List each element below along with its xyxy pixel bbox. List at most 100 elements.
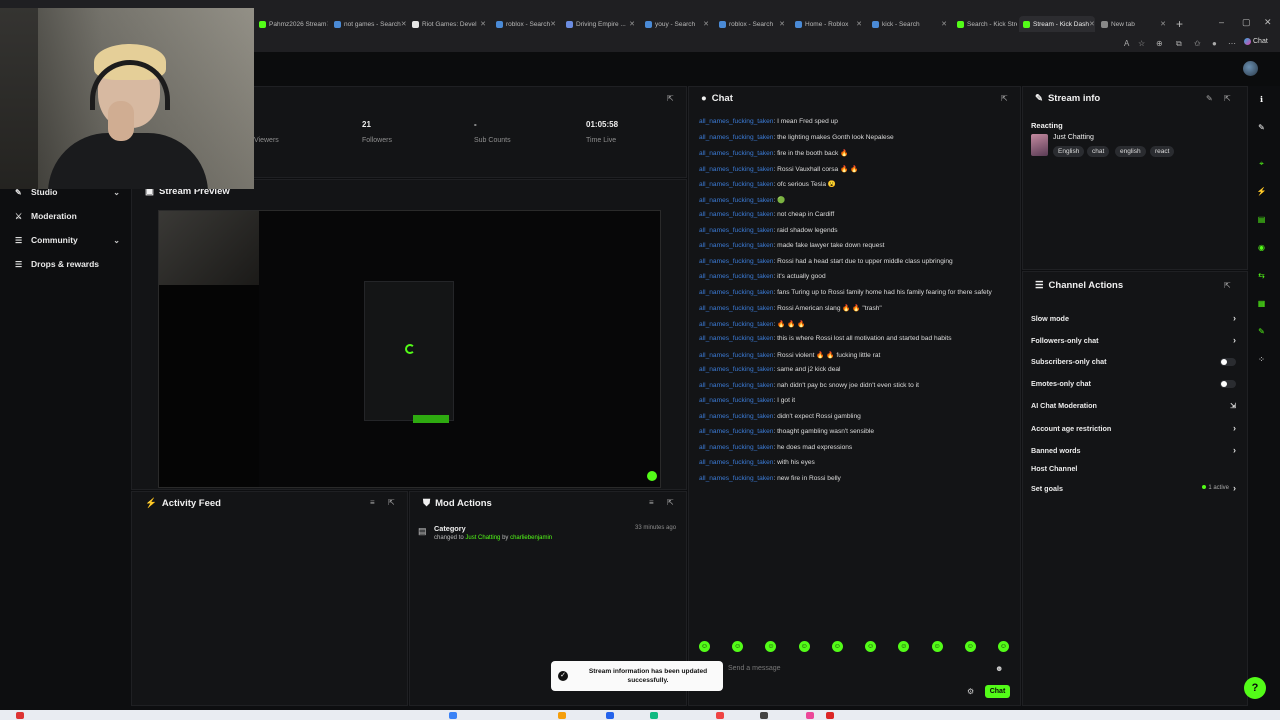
app-icon[interactable] [760,712,768,719]
minimize-icon[interactable]: – [1219,17,1224,27]
edit-pencil-icon[interactable]: ✎ [1206,94,1213,103]
emote-icon[interactable]: ☺ [865,641,877,652]
chat-username[interactable]: all_names_fucking_taken [699,305,773,312]
emote-icon[interactable]: ☺ [798,641,810,652]
chat-send-button[interactable]: Chat [985,685,1010,698]
action-followers-only[interactable]: Followers-only chat › [1031,335,1236,345]
bolt-icon[interactable]: ⚡ [1256,186,1267,197]
chat-username[interactable]: all_names_fucking_taken [699,366,773,373]
maximize-icon[interactable]: ▢ [1242,17,1251,28]
emotes-only-toggle[interactable] [1220,379,1236,388]
chat-username[interactable]: all_names_fucking_taken [699,197,773,204]
emote-icon[interactable]: ☺ [699,641,710,652]
avatar[interactable] [1243,61,1258,76]
app-icon[interactable] [606,712,614,719]
browser-tab[interactable]: Pahmz2026 Stream✕ [255,16,328,32]
copilot-chat-button[interactable]: Chat [1244,38,1268,45]
favorite-star-icon[interactable]: ☆ [1138,39,1145,48]
chat-username[interactable]: all_names_fucking_taken [699,475,773,482]
filter-icon[interactable]: ≡ [649,498,654,507]
action-set-goals[interactable]: Set goals 1 active › [1031,483,1236,493]
chat-username[interactable]: all_names_fucking_taken [699,397,773,404]
mod-action-value[interactable]: Just Chatting [465,535,500,541]
tab-close-icon[interactable]: ✕ [629,20,635,28]
chat-username[interactable]: all_names_fucking_taken [699,258,773,265]
split-screen-icon[interactable]: ⧉ [1176,39,1182,49]
browser-tab[interactable]: Riot Games: Devel ✕ [408,16,490,32]
browser-tab[interactable]: kick - Search ✕ [868,16,951,32]
action-account-age[interactable]: Account age restriction › [1031,423,1236,433]
app-icon[interactable] [650,712,658,719]
mod-action-user[interactable]: charliebenjamin [510,535,552,541]
info-icon[interactable]: ℹ [1256,94,1267,105]
apps-icon[interactable]: ⁘ [1256,354,1267,365]
action-slow-mode[interactable]: Slow mode › [1031,313,1236,323]
tab-close-icon[interactable]: ✕ [326,20,328,28]
chat-username[interactable]: all_names_fucking_taken [699,444,773,451]
browser-tab[interactable]: youy - Search ✕ [641,16,713,32]
chat-username[interactable]: all_names_fucking_taken [699,321,773,328]
chat-username[interactable]: all_names_fucking_taken [699,335,773,342]
filter-icon[interactable]: ≡ [370,498,375,507]
action-ai-moderation[interactable]: AI Chat Moderation ⇲ [1031,401,1236,410]
browser-tab[interactable]: Driving Empire ... ✕ [562,16,639,32]
popout-icon[interactable]: ⇱ [1001,94,1008,103]
chat-bubble-icon[interactable]: ◉ [1256,242,1267,253]
popout-icon[interactable]: ⇱ [667,94,674,103]
chat-username[interactable]: all_names_fucking_taken [699,413,773,420]
browser-tab[interactable]: Home - Roblox ✕ [791,16,866,32]
tab-close-icon[interactable]: ✕ [1160,20,1166,28]
chat-username[interactable]: all_names_fucking_taken [699,242,773,249]
emote-icon[interactable]: ☺ [765,641,777,652]
action-banned-words[interactable]: Banned words › [1031,445,1236,455]
emote-icon[interactable]: ☺ [964,641,976,652]
subscribers-only-toggle[interactable] [1220,357,1236,366]
emote-icon[interactable]: ☺ [732,641,744,652]
sidebar-item-drops-rewards[interactable]: ☰ Drops & rewards [15,259,120,269]
tab-close-icon[interactable]: ✕ [401,20,406,28]
chat-username[interactable]: all_names_fucking_taken [699,382,773,389]
favorites-icon[interactable]: ✩ [1194,39,1201,48]
app-icon[interactable] [826,712,834,719]
wrench-icon[interactable]: ✎ [1256,326,1267,337]
browser-tab[interactable]: Stream - Kick Dash ✕ [1019,16,1095,32]
tab-close-icon[interactable]: ✕ [703,20,709,28]
weather-icon[interactable] [16,712,24,719]
profile-icon[interactable]: ● [1212,39,1217,48]
chat-username[interactable]: all_names_fucking_taken [699,181,773,188]
tab-close-icon[interactable]: ✕ [941,20,947,28]
help-button[interactable]: ? [1244,677,1266,699]
popout-icon[interactable]: ⇱ [1224,94,1231,103]
start-icon[interactable] [449,712,457,719]
browser-tab[interactable]: roblox - Search ✕ [715,16,789,32]
emoji-picker-icon[interactable]: ☻ [995,664,1003,673]
emote-icon[interactable]: ☺ [898,641,910,652]
chat-username[interactable]: all_names_fucking_taken [699,150,773,157]
close-window-icon[interactable]: ✕ [1264,17,1272,28]
crosshair-icon[interactable]: ⌖ [1256,158,1267,169]
sidebar-item-moderation[interactable]: ⚔ Moderation [15,211,120,221]
chat-username[interactable]: all_names_fucking_taken [699,459,773,466]
chat-settings-gear-icon[interactable]: ⚙ [967,687,974,696]
calendar-icon[interactable]: ▦ [1256,298,1267,309]
stream-preview-video[interactable] [158,210,661,488]
extensions-icon[interactable]: ⊕ [1156,39,1163,48]
browser-tab[interactable]: New tab ✕ [1097,16,1170,32]
popout-icon[interactable]: ⇱ [1224,281,1231,290]
chat-username[interactable]: all_names_fucking_taken [699,273,773,280]
pencil-icon[interactable]: ✎ [1256,122,1267,133]
chat-username[interactable]: all_names_fucking_taken [699,352,773,359]
tab-close-icon[interactable]: ✕ [779,20,785,28]
browser-tab[interactable]: not games - Search ✕ [330,16,406,32]
emote-icon[interactable]: ☺ [931,641,943,652]
tab-close-icon[interactable]: ✕ [856,20,862,28]
action-host-channel[interactable]: Host Channel [1031,464,1236,473]
chat-username[interactable]: all_names_fucking_taken [699,428,773,435]
emote-icon[interactable]: ☺ [997,641,1009,652]
browser-tab[interactable]: roblox - Search ✕ [492,16,560,32]
popout-icon[interactable]: ⇱ [667,498,674,507]
app-icon[interactable] [716,712,724,719]
app-icon[interactable] [558,712,566,719]
tab-close-icon[interactable]: ✕ [480,20,486,28]
chat-message-input[interactable]: Send a message [724,660,1008,676]
